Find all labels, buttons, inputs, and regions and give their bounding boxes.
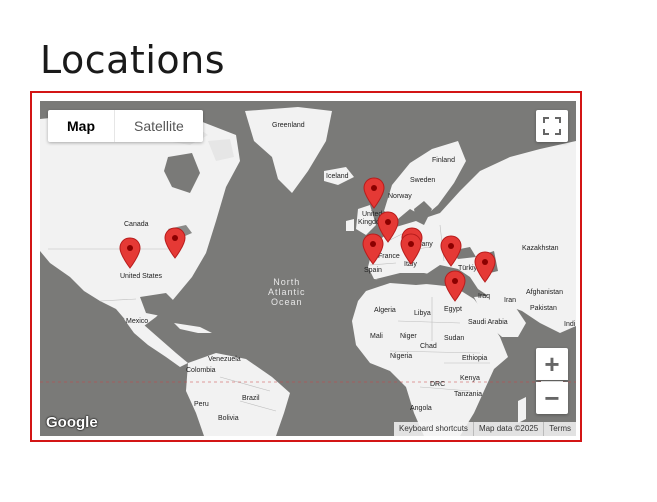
fullscreen-button[interactable]	[536, 110, 568, 142]
label-greenland: Greenland	[272, 122, 305, 129]
label-iraq: Iraq	[478, 293, 491, 300]
map-marker[interactable]	[363, 177, 385, 209]
label-united-states: United States	[120, 273, 163, 280]
map-marker[interactable]	[444, 270, 466, 302]
label-chad: Chad	[420, 343, 437, 350]
label-libya: Libya	[414, 310, 431, 317]
map-frame: Greenland Iceland Finland Sweden Norway …	[30, 91, 582, 442]
label-saudi-arabia: Saudi Arabia	[468, 319, 508, 326]
label-mali: Mali	[370, 333, 383, 340]
label-ethiopia: Ethiopia	[462, 355, 488, 362]
keyboard-shortcuts-link[interactable]: Keyboard shortcuts	[394, 422, 473, 436]
label-colombia: Colombia	[186, 367, 216, 374]
label-spain: Spain	[364, 267, 382, 274]
land-madagascar	[518, 397, 526, 423]
land-caribbean	[174, 323, 212, 333]
label-nigeria: Nigeria	[390, 353, 413, 360]
label-tanzania: Tanzania	[454, 391, 483, 398]
label-mexico: Mexico	[126, 318, 149, 325]
label-india: Indi	[564, 321, 576, 328]
page-title: Locations	[40, 38, 226, 82]
zoom-in-button[interactable]: +	[536, 348, 568, 380]
map-marker[interactable]	[474, 251, 496, 283]
map-data-text: Map data ©2025	[472, 422, 543, 436]
fullscreen-icon	[543, 117, 561, 135]
label-sudan: Sudan	[444, 335, 465, 342]
label-brazil: Brazil	[242, 395, 260, 402]
ocean-label: North Atlantic Ocean	[268, 277, 306, 307]
map-type-satellite-button[interactable]: Satellite	[115, 110, 203, 142]
label-drc: DRC	[430, 381, 446, 388]
label-egypt: Egypt	[444, 306, 462, 313]
label-iran: Iran	[504, 297, 517, 304]
map-marker[interactable]	[119, 237, 141, 269]
label-iceland: Iceland	[326, 173, 349, 180]
google-logo[interactable]: Google	[46, 414, 98, 431]
label-sweden: Sweden	[410, 177, 436, 184]
label-kazakhstan: Kazakhstan	[522, 245, 559, 252]
label-peru: Peru	[194, 401, 209, 408]
label-bolivia: Bolivia	[218, 415, 239, 422]
terms-link[interactable]: Terms	[543, 422, 576, 436]
zoom-in-icon: +	[544, 349, 560, 379]
map-marker[interactable]	[164, 227, 186, 259]
zoom-out-icon: −	[544, 383, 560, 413]
zoom-out-button[interactable]: −	[536, 382, 568, 414]
map-type-map-button[interactable]: Map	[48, 110, 115, 142]
label-norway: Norway	[388, 193, 412, 200]
land-south-america	[186, 353, 290, 436]
label-niger: Niger	[400, 333, 417, 340]
label-canada: Canada	[124, 221, 149, 228]
world-map[interactable]: Greenland Iceland Finland Sweden Norway …	[40, 101, 576, 436]
map-marker[interactable]	[440, 235, 462, 267]
label-pakistan: Pakistan	[530, 305, 557, 312]
map-attribution: Keyboard shortcuts Map data ©2025 Terms	[394, 422, 576, 436]
land-greenland	[245, 107, 332, 193]
label-kenya: Kenya	[460, 375, 480, 382]
map-type-control: Map Satellite	[48, 110, 203, 142]
label-venezuela: Venezuela	[208, 356, 241, 363]
label-angola: Angola	[410, 405, 432, 412]
map-marker[interactable]	[362, 233, 384, 265]
map-marker[interactable]	[400, 233, 422, 265]
label-algeria: Algeria	[374, 307, 396, 314]
label-afghanistan: Afghanistan	[526, 289, 563, 296]
label-finland: Finland	[432, 157, 455, 164]
